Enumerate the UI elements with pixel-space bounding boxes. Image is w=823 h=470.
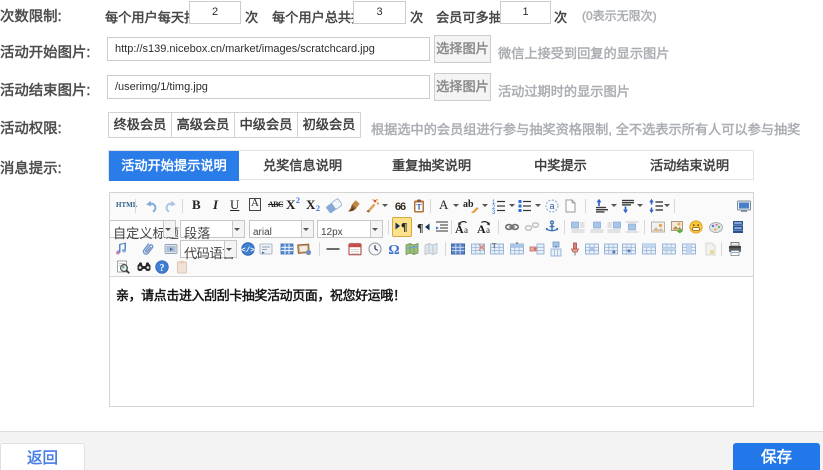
svg-text:66: 66 — [395, 201, 406, 213]
svg-text:</>: </> — [241, 247, 255, 255]
svg-text:T: T — [492, 242, 497, 250]
svg-text:3: 3 — [492, 210, 496, 214]
svg-text:T: T — [416, 203, 422, 212]
svg-text:¶: ¶ — [401, 220, 407, 234]
svg-text:?: ? — [160, 263, 165, 274]
svg-text:¶: ¶ — [417, 221, 423, 235]
svg-text:a: a — [549, 201, 554, 211]
svg-text:Ω: Ω — [388, 243, 399, 257]
svg-text:A: A — [477, 222, 486, 235]
svg-text:a: a — [486, 225, 490, 235]
svg-text:a: a — [464, 225, 468, 235]
